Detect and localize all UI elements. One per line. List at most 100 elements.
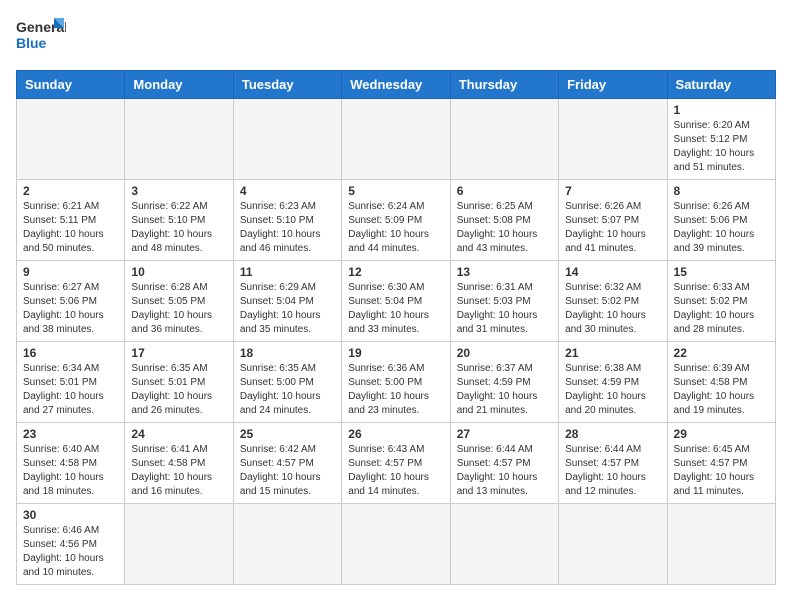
day-info: Sunrise: 6:44 AMSunset: 4:57 PMDaylight:… — [565, 443, 660, 499]
day-number: 14 — [565, 265, 660, 279]
day-number: 1 — [674, 103, 769, 117]
day-cell: 19Sunrise: 6:36 AMSunset: 5:00 PMDayligh… — [342, 342, 450, 423]
day-info: Sunrise: 6:23 AMSunset: 5:10 PMDaylight:… — [240, 200, 335, 256]
day-cell: 16 Sunrise: 6:34 AMSunset: 5:01 PMDayligh… — [17, 342, 125, 423]
day-info: Sunrise: 6:34 AMSunset: 5:01 PMDaylight:… — [23, 362, 118, 418]
day-info: Sunrise: 6:24 AMSunset: 5:09 PMDaylight:… — [348, 200, 443, 256]
day-cell: 30 Sunrise: 6:46 AMSunset: 4:56 PMDayligh… — [17, 504, 125, 585]
day-cell: 20Sunrise: 6:37 AMSunset: 4:59 PMDayligh… — [450, 342, 558, 423]
day-cell — [450, 99, 558, 180]
day-cell — [450, 504, 558, 585]
day-info: Sunrise: 6:39 AMSunset: 4:58 PMDaylight:… — [674, 362, 769, 418]
day-cell: 21 Sunrise: 6:38 AMSunset: 4:59 PMDayligh… — [559, 342, 667, 423]
day-number: 28 — [565, 427, 660, 441]
day-number: 29 — [674, 427, 769, 441]
day-info: Sunrise: 6:46 AMSunset: 4:56 PMDaylight:… — [23, 524, 118, 580]
day-number: 22 — [674, 346, 769, 360]
day-cell: 23 Sunrise: 6:40 AMSunset: 4:58 PMDayligh… — [17, 423, 125, 504]
day-cell: 8 Sunrise: 6:26 AMSunset: 5:06 PMDaylight… — [667, 180, 775, 261]
day-cell: 3 Sunrise: 6:22 AMSunset: 5:10 PMDaylight… — [125, 180, 233, 261]
day-info: Sunrise: 6:33 AMSunset: 5:02 PMDaylight:… — [674, 281, 769, 337]
day-number: 27 — [457, 427, 552, 441]
week-row-5: 23 Sunrise: 6:40 AMSunset: 4:58 PMDayligh… — [17, 423, 776, 504]
day-number: 30 — [23, 508, 118, 522]
day-number: 20 — [457, 346, 552, 360]
day-number: 15 — [674, 265, 769, 279]
day-info: Sunrise: 6:31 AMSunset: 5:03 PMDaylight:… — [457, 281, 552, 337]
day-info: Sunrise: 6:32 AMSunset: 5:02 PMDaylight:… — [565, 281, 660, 337]
day-info: Sunrise: 6:27 AMSunset: 5:06 PMDaylight:… — [23, 281, 118, 337]
day-number: 21 — [565, 346, 660, 360]
week-row-6: 30 Sunrise: 6:46 AMSunset: 4:56 PMDayligh… — [17, 504, 776, 585]
weekday-header-sunday: Sunday — [17, 71, 125, 99]
day-cell: 18Sunrise: 6:35 AMSunset: 5:00 PMDayligh… — [233, 342, 341, 423]
day-info: Sunrise: 6:44 AMSunset: 4:57 PMDaylight:… — [457, 443, 552, 499]
day-cell: 28 Sunrise: 6:44 AMSunset: 4:57 PMDayligh… — [559, 423, 667, 504]
day-cell: 15 Sunrise: 6:33 AMSunset: 5:02 PMDayligh… — [667, 261, 775, 342]
weekday-header-thursday: Thursday — [450, 71, 558, 99]
day-number: 16 — [23, 346, 118, 360]
day-info: Sunrise: 6:45 AMSunset: 4:57 PMDaylight:… — [674, 443, 769, 499]
day-cell: 12 Sunrise: 6:30 AMSunset: 5:04 PMDayligh… — [342, 261, 450, 342]
day-cell: 5 Sunrise: 6:24 AMSunset: 5:09 PMDaylight… — [342, 180, 450, 261]
weekday-header-saturday: Saturday — [667, 71, 775, 99]
day-cell: 11Sunrise: 6:29 AMSunset: 5:04 PMDayligh… — [233, 261, 341, 342]
day-cell — [342, 504, 450, 585]
day-cell — [233, 99, 341, 180]
logo-svg: General Blue — [16, 16, 66, 58]
day-info: Sunrise: 6:28 AMSunset: 5:05 PMDaylight:… — [131, 281, 226, 337]
day-number: 23 — [23, 427, 118, 441]
day-number: 8 — [674, 184, 769, 198]
day-info: Sunrise: 6:43 AMSunset: 4:57 PMDaylight:… — [348, 443, 443, 499]
weekday-header-monday: Monday — [125, 71, 233, 99]
calendar: SundayMondayTuesdayWednesdayThursdayFrid… — [16, 70, 776, 585]
day-cell: 25Sunrise: 6:42 AMSunset: 4:57 PMDayligh… — [233, 423, 341, 504]
day-number: 9 — [23, 265, 118, 279]
day-info: Sunrise: 6:25 AMSunset: 5:08 PMDaylight:… — [457, 200, 552, 256]
day-number: 19 — [348, 346, 443, 360]
day-cell — [17, 99, 125, 180]
day-number: 6 — [457, 184, 552, 198]
day-info: Sunrise: 6:40 AMSunset: 4:58 PMDaylight:… — [23, 443, 118, 499]
logo: General Blue — [16, 16, 66, 58]
day-cell — [559, 504, 667, 585]
day-info: Sunrise: 6:20 AMSunset: 5:12 PMDaylight:… — [674, 119, 769, 175]
day-info: Sunrise: 6:35 AMSunset: 5:01 PMDaylight:… — [131, 362, 226, 418]
day-info: Sunrise: 6:26 AMSunset: 5:06 PMDaylight:… — [674, 200, 769, 256]
weekday-header-friday: Friday — [559, 71, 667, 99]
day-info: Sunrise: 6:38 AMSunset: 4:59 PMDaylight:… — [565, 362, 660, 418]
day-cell — [233, 504, 341, 585]
week-row-2: 2Sunrise: 6:21 AMSunset: 5:11 PMDaylight… — [17, 180, 776, 261]
header: General Blue — [16, 16, 776, 58]
day-info: Sunrise: 6:22 AMSunset: 5:10 PMDaylight:… — [131, 200, 226, 256]
weekday-header-wednesday: Wednesday — [342, 71, 450, 99]
day-number: 10 — [131, 265, 226, 279]
day-number: 5 — [348, 184, 443, 198]
week-row-4: 16 Sunrise: 6:34 AMSunset: 5:01 PMDayligh… — [17, 342, 776, 423]
day-cell: 1 Sunrise: 6:20 AMSunset: 5:12 PMDaylight… — [667, 99, 775, 180]
day-number: 7 — [565, 184, 660, 198]
day-cell: 26 Sunrise: 6:43 AMSunset: 4:57 PMDayligh… — [342, 423, 450, 504]
day-cell — [342, 99, 450, 180]
day-cell: 4 Sunrise: 6:23 AMSunset: 5:10 PMDaylight… — [233, 180, 341, 261]
day-number: 3 — [131, 184, 226, 198]
day-cell: 29 Sunrise: 6:45 AMSunset: 4:57 PMDayligh… — [667, 423, 775, 504]
day-cell — [125, 99, 233, 180]
day-cell: 13Sunrise: 6:31 AMSunset: 5:03 PMDayligh… — [450, 261, 558, 342]
weekday-header-row: SundayMondayTuesdayWednesdayThursdayFrid… — [17, 71, 776, 99]
day-number: 17 — [131, 346, 226, 360]
svg-text:Blue: Blue — [16, 35, 47, 51]
day-number: 11 — [240, 265, 335, 279]
week-row-3: 9 Sunrise: 6:27 AMSunset: 5:06 PMDaylight… — [17, 261, 776, 342]
day-cell: 9 Sunrise: 6:27 AMSunset: 5:06 PMDaylight… — [17, 261, 125, 342]
day-info: Sunrise: 6:30 AMSunset: 5:04 PMDaylight:… — [348, 281, 443, 337]
day-cell: 24 Sunrise: 6:41 AMSunset: 4:58 PMDayligh… — [125, 423, 233, 504]
day-info: Sunrise: 6:41 AMSunset: 4:58 PMDaylight:… — [131, 443, 226, 499]
day-cell: 14 Sunrise: 6:32 AMSunset: 5:02 PMDayligh… — [559, 261, 667, 342]
day-info: Sunrise: 6:26 AMSunset: 5:07 PMDaylight:… — [565, 200, 660, 256]
day-number: 12 — [348, 265, 443, 279]
day-number: 4 — [240, 184, 335, 198]
day-number: 26 — [348, 427, 443, 441]
day-number: 24 — [131, 427, 226, 441]
day-cell: 7 Sunrise: 6:26 AMSunset: 5:07 PMDaylight… — [559, 180, 667, 261]
